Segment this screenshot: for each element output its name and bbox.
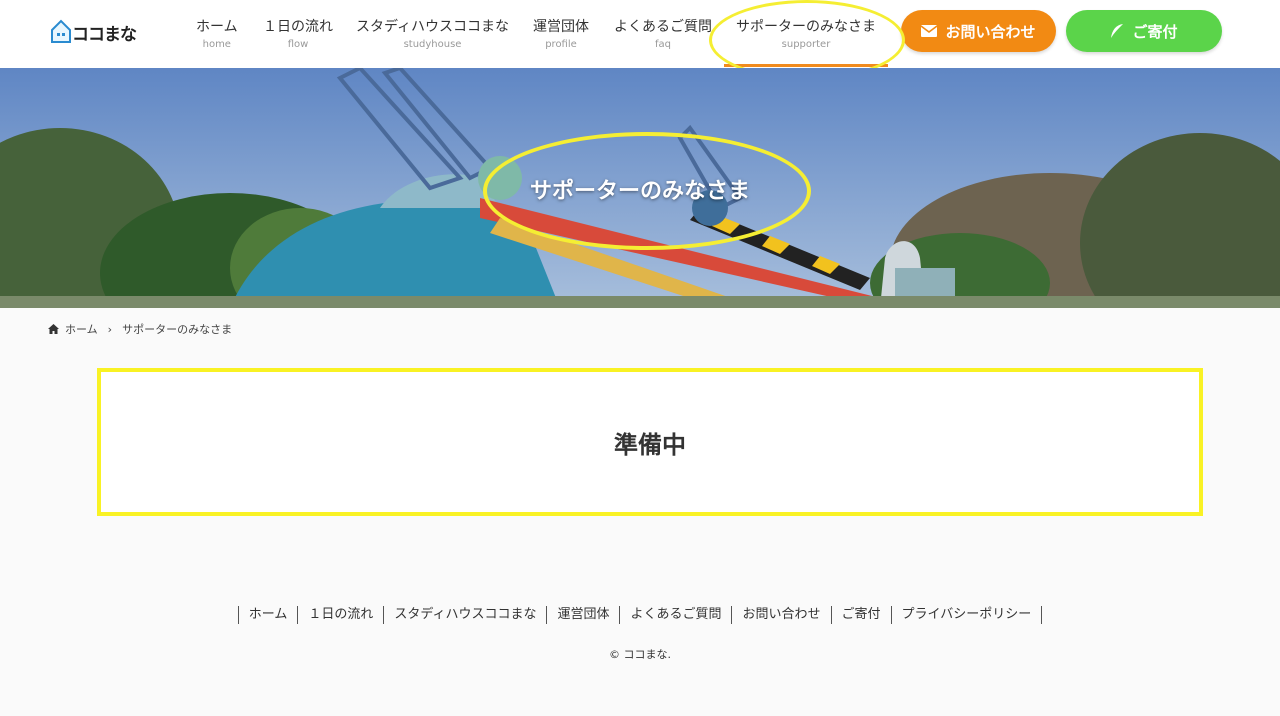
footer-nav: ホーム １日の流れ スタディハウスココまな 運営団体 よくあるご質問 お問い合わ… [0,606,1280,624]
footer-link-home[interactable]: ホーム [237,606,298,624]
footer-link-flow[interactable]: １日の流れ [297,606,383,624]
breadcrumb: ホーム › サポーターのみなさま [48,321,232,337]
donate-button-label: ご寄付 [1132,22,1178,41]
notice-text: 準備中 [614,430,686,459]
footer-link-privacy[interactable]: プライバシーポリシー [890,606,1043,624]
nav-flow-sub: flow [287,39,309,50]
chevron-right-icon: › [107,322,113,336]
nav-flow[interactable]: １日の流れ flow [263,16,333,50]
mail-icon [921,25,938,37]
hero-title: サポーターのみなさま [529,179,750,204]
feather-icon [1111,24,1124,38]
nav-faq-label: よくあるご質問 [614,19,712,35]
nav-studyhouse[interactable]: スタディハウスココまな studyhouse [356,16,509,50]
home-icon [48,324,59,334]
logo-text: ココまな [72,25,137,45]
nav-supporter[interactable]: サポーターのみなさま supporter [724,16,888,67]
donate-button[interactable]: ご寄付 [1066,10,1222,52]
house-logo-icon [51,19,71,43]
nav-profile-sub: profile [545,39,577,50]
nav-supporter-sub: supporter [781,39,831,50]
nav-flow-label: １日の流れ [263,19,333,35]
nav-profile-label: 運営団体 [533,19,589,35]
nav-profile[interactable]: 運営団体 profile [533,16,589,50]
nav-studyhouse-sub: studyhouse [403,39,462,50]
contact-button[interactable]: お問い合わせ [901,10,1056,52]
copyright: © ココまな. [609,648,671,661]
breadcrumb-current: サポーターのみなさま [122,323,233,336]
footer-link-studyhouse[interactable]: スタディハウスココまな [383,606,546,624]
nav-home[interactable]: ホーム home [196,16,238,50]
breadcrumb-home[interactable]: ホーム [65,321,98,337]
notice-box: 準備中 [97,368,1203,516]
footer-link-contact[interactable]: お問い合わせ [731,606,830,624]
nav-faq[interactable]: よくあるご質問 faq [614,16,712,50]
nav-studyhouse-label: スタディハウスココまな [356,19,510,35]
contact-button-label: お問い合わせ [945,22,1036,41]
nav-supporter-label: サポーターのみなさま [736,19,876,35]
hero-banner: サポーターのみなさま [0,68,1280,308]
nav-home-sub: home [202,39,231,50]
site-header: ココまな ホーム home １日の流れ flow スタディハウスココまな stu… [0,0,1280,69]
site-logo[interactable]: ココまな [50,18,144,46]
nav-home-label: ホーム [196,19,238,35]
nav-faq-sub: faq [655,39,671,50]
footer-link-donate[interactable]: ご寄付 [830,606,891,624]
footer-link-faq[interactable]: よくあるご質問 [619,606,731,624]
footer-link-profile[interactable]: 運営団体 [546,606,619,624]
